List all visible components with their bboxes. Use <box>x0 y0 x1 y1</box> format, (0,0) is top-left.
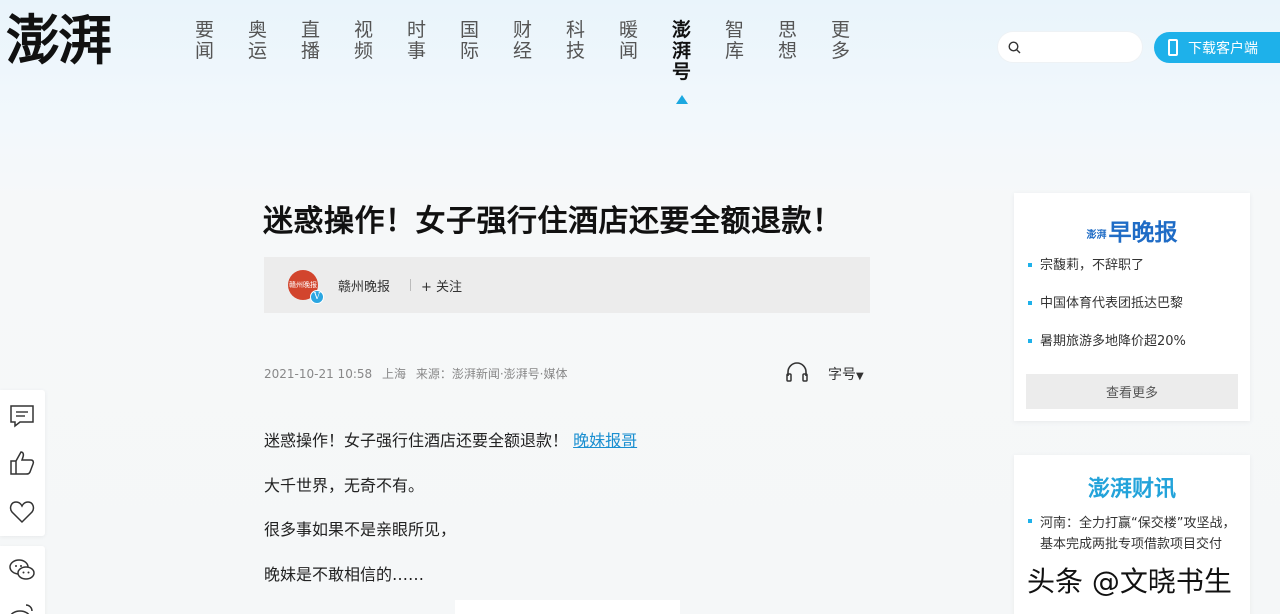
paragraph: 大千世界，无奇不有。 <box>264 476 425 495</box>
list-item[interactable]: 宗馥莉，不辞职了 <box>1028 257 1238 275</box>
nav-label: 国际 <box>459 19 479 62</box>
nav-label: 视频 <box>353 19 373 62</box>
nav-item-zhibo[interactable]: 直播 <box>284 20 337 104</box>
share-toolbar <box>0 546 45 614</box>
like-icon[interactable] <box>8 449 36 477</box>
active-caret-icon <box>675 95 688 104</box>
publish-location: 上海 <box>381 367 406 381</box>
phone-icon <box>1168 39 1178 56</box>
avatar-text: 赣州晚报 <box>289 281 317 289</box>
verified-icon: V <box>310 290 324 304</box>
nav-item-guoji[interactable]: 国际 <box>443 20 496 104</box>
font-size-button[interactable]: 字号▼ <box>828 364 864 384</box>
article-source: 来源：澎湃新闻·澎湃号·媒体 <box>415 367 568 381</box>
author-avatar[interactable]: 赣州晚报 V <box>288 270 324 304</box>
nav-label: 时事 <box>406 19 426 62</box>
download-app-button[interactable]: 下载客户端 <box>1154 32 1280 63</box>
nav-label: 思想 <box>777 19 797 62</box>
nav-item-gengduo[interactable]: 更多 <box>814 20 867 104</box>
nav-label: 财经 <box>512 19 532 62</box>
nav-item-pengpaihao[interactable]: 澎湃号 <box>655 20 708 104</box>
author-link[interactable]: 晚妹报哥 <box>573 431 637 450</box>
nav-item-aoyun[interactable]: 奥运 <box>231 20 284 104</box>
nav-item-shipin[interactable]: 视频 <box>337 20 390 104</box>
nav-label: 暖闻 <box>618 19 638 62</box>
favorite-icon[interactable] <box>8 498 36 526</box>
article-meta: 2021-10-21 10:58 上海 来源：澎湃新闻·澎湃号·媒体 <box>264 365 573 382</box>
download-label: 下载客户端 <box>1188 40 1258 57</box>
search-icon[interactable] <box>1008 40 1021 54</box>
search-box[interactable] <box>998 32 1142 62</box>
nav-label: 智库 <box>724 19 744 62</box>
list-item[interactable]: 暑期旅游多地降价超20% <box>1028 333 1238 351</box>
morning-evening-logo[interactable]: 澎湃早晚报 <box>1014 213 1250 247</box>
news-list: 宗馥莉，不辞职了 中国体育代表团抵达巴黎 暑期旅游多地降价超20% <box>1028 257 1238 371</box>
author-divider <box>410 279 412 291</box>
list-item[interactable]: 河南：全力打赢“保交楼”攻坚战，基本完成两批专项借款项目交付 <box>1028 513 1238 555</box>
nav-item-nuanwen[interactable]: 暖闻 <box>602 20 655 104</box>
nav-label: 奥运 <box>247 19 267 62</box>
watermark: 头条 @文晓书生 <box>1027 565 1232 598</box>
nav-item-sixiang[interactable]: 思想 <box>761 20 814 104</box>
paragraph-text: 迷惑操作！女子强行住酒店还要全额退款！ <box>264 431 569 450</box>
nav-label: 直播 <box>300 19 320 62</box>
nav-label: 要闻 <box>194 19 214 62</box>
headphone-icon[interactable] <box>786 362 808 382</box>
finance-logo[interactable]: 澎湃财讯 <box>1014 471 1250 503</box>
font-size-label: 字号 <box>828 367 856 383</box>
nav-item-shishi[interactable]: 时事 <box>390 20 443 104</box>
nav-item-yaowen[interactable]: 要闻 <box>178 20 231 104</box>
nav-label: 科技 <box>565 19 585 62</box>
article-title: 迷惑操作！女子强行住酒店还要全额退款！ <box>263 204 843 239</box>
paragraph: 晚妹是不敢相信的…… <box>264 565 425 584</box>
paragraph: 迷惑操作！女子强行住酒店还要全额退款！ 晚妹报哥 <box>264 427 637 451</box>
paragraph: 很多事如果不是亲眼所见， <box>264 520 457 539</box>
weibo-icon[interactable] <box>8 600 36 614</box>
nav-label: 更多 <box>830 19 850 62</box>
nav-label: 澎湃号 <box>671 19 691 83</box>
logo-text: 早晚报 <box>1108 220 1178 246</box>
morning-evening-news-card: 澎湃早晚报 宗馥莉，不辞职了 中国体育代表团抵达巴黎 暑期旅游多地降价超20% … <box>1014 193 1250 421</box>
wechat-icon[interactable] <box>8 556 36 584</box>
nav-item-keji[interactable]: 科技 <box>549 20 602 104</box>
nav-item-caijing[interactable]: 财经 <box>496 20 549 104</box>
logo-small-text: 澎湃 <box>1086 230 1107 241</box>
nav-item-zhiku[interactable]: 智库 <box>708 20 761 104</box>
article-image <box>455 600 680 614</box>
main-nav: 要闻 奥运 直播 视频 时事 国际 财经 科技 暖闻 澎湃号 智库 思想 更多 <box>178 20 867 104</box>
author-name[interactable]: 赣州晚报 <box>338 276 390 295</box>
author-box: 赣州晚报 V 赣州晚报 + 关注 <box>264 257 870 313</box>
comment-icon[interactable] <box>8 402 36 430</box>
publish-date: 2021-10-21 10:58 <box>264 367 373 381</box>
view-more-button[interactable]: 查看更多 <box>1026 374 1238 409</box>
article-toolbar <box>0 390 45 536</box>
search-input[interactable] <box>1027 39 1137 55</box>
caret-down-icon: ▼ <box>856 371 864 382</box>
follow-button[interactable]: + 关注 <box>421 276 462 295</box>
site-logo[interactable]: 澎湃 <box>6 10 112 70</box>
list-item[interactable]: 中国体育代表团抵达巴黎 <box>1028 295 1238 313</box>
